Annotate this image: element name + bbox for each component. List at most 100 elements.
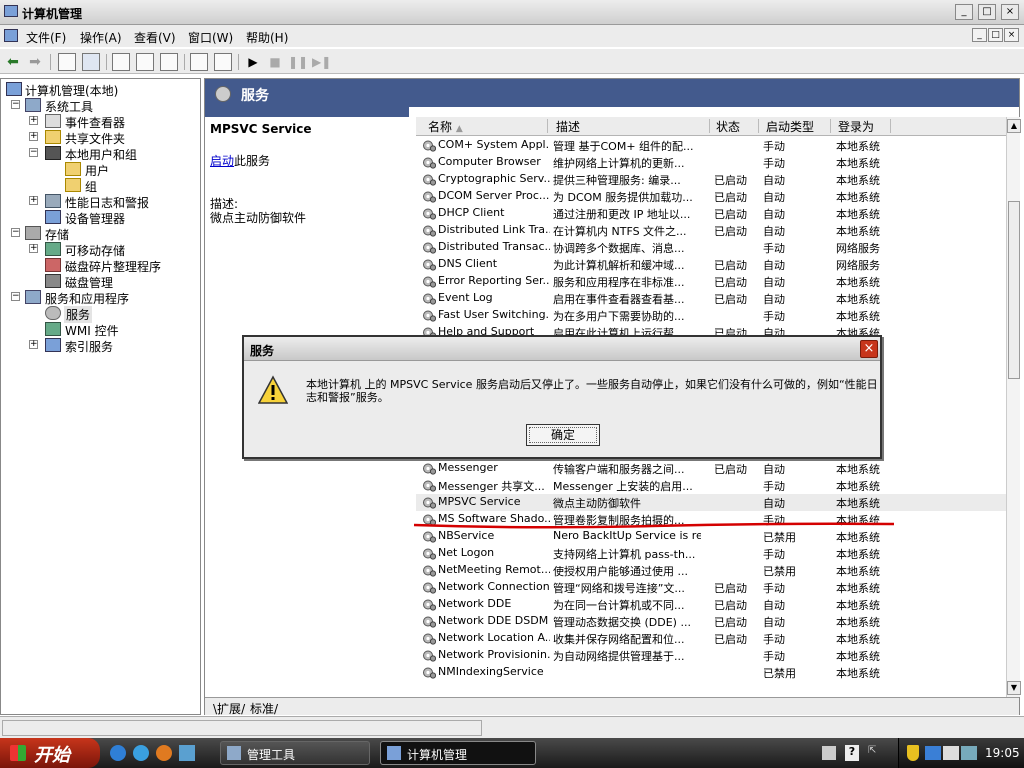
network-status-icon[interactable] [961, 746, 977, 760]
menu-window[interactable]: 窗口(W) [188, 29, 233, 46]
keyboard-icon[interactable] [822, 746, 836, 760]
menu-action[interactable]: 操作(A) [80, 29, 122, 46]
tree-item-groups[interactable]: 组 [85, 178, 97, 195]
table-row[interactable]: NetMeeting Remot... 使授权用户能够通过使用 ... 已禁用 本地系… [416, 562, 1006, 579]
security-shield-icon[interactable] [907, 745, 919, 761]
table-row[interactable]: DCOM Server Proc... 为 DCOM 服务提供加载功... 已启动 自… [416, 188, 1006, 205]
start-service-link[interactable]: 启动 [210, 154, 234, 168]
table-row[interactable]: MPSVC Service 微点主动防御软件 自动 本地系统 [416, 494, 1006, 511]
tree-item-removable-storage[interactable]: 可移动存储 [65, 242, 125, 259]
ok-button[interactable]: 确定 [526, 424, 600, 446]
collapse-toggle[interactable]: − [29, 148, 38, 157]
tree-item-storage[interactable]: 存储 [45, 226, 69, 243]
quick-launch-icon[interactable] [179, 745, 195, 761]
scroll-down-arrow-icon[interactable]: ▼ [1007, 681, 1021, 695]
restart-service-icon[interactable]: ▶❚ [312, 53, 331, 71]
column-divider[interactable] [890, 119, 891, 133]
tree-item-event-viewer[interactable]: 事件查看器 [65, 114, 125, 131]
expand-toggle[interactable]: + [29, 196, 38, 205]
column-divider[interactable] [547, 119, 548, 133]
show-console-icon[interactable] [214, 53, 232, 71]
expand-toggle[interactable]: + [29, 132, 38, 141]
pause-service-icon[interactable]: ❚❚ [288, 53, 308, 71]
export-list-icon[interactable] [160, 53, 178, 71]
table-row[interactable]: Network Location A... 收集并保存网络配置和位... 已启动 手动… [416, 630, 1006, 647]
table-row[interactable]: Messenger 共享文... Messenger 上安装的启用... 手动 本地系… [416, 477, 1006, 494]
start-service-icon[interactable]: ▶ [244, 53, 262, 71]
expand-toggle[interactable]: + [29, 244, 38, 253]
column-header-status[interactable]: 状态 [716, 118, 740, 135]
table-row[interactable]: COM+ System Appl... 管理 基于COM+ 组件的配... 手动 本地… [416, 137, 1006, 154]
table-row[interactable]: Messenger 传输客户端和服务器之间... 已启动 自动 本地系统 [416, 460, 1006, 477]
show-tree-icon[interactable] [82, 53, 100, 71]
table-row[interactable]: Distributed Link Tra... 在计算机内 NTFS 文件之...… [416, 222, 1006, 239]
forward-icon[interactable]: ➡ [26, 53, 44, 71]
up-folder-icon[interactable] [58, 53, 76, 71]
mdi-close-button[interactable]: × [1004, 28, 1019, 42]
table-row[interactable]: Net Logon 支持网络上计算机 pass-th... 手动 本地系统 [416, 545, 1006, 562]
media-player-icon[interactable] [133, 745, 149, 761]
tree-item-system-tools[interactable]: 系统工具 [45, 98, 93, 115]
network-icon[interactable] [925, 746, 941, 760]
column-header-logon-as[interactable]: 登录为 [838, 118, 874, 135]
stop-service-icon[interactable]: ■ [266, 53, 284, 71]
table-row[interactable]: Network Connections 管理“网络和拨号连接”文... 已启动 手动 本… [416, 579, 1006, 596]
tree-item-wmi[interactable]: WMI 控件 [65, 322, 119, 339]
collapse-toggle[interactable]: − [11, 228, 20, 237]
refresh-icon[interactable] [136, 53, 154, 71]
tab-standard[interactable]: 标准/ [250, 700, 278, 717]
collapse-toggle[interactable]: − [11, 100, 20, 109]
expand-toggle[interactable]: + [29, 116, 38, 125]
menu-help[interactable]: 帮助(H) [246, 29, 288, 46]
table-row[interactable]: Event Log 启用在事件查看器查看基... 已启动 自动 本地系统 [416, 290, 1006, 307]
column-header-name[interactable]: 名称 ▲ [428, 118, 463, 135]
table-row[interactable]: DNS Client 为此计算机解析和缓冲域... 已启动 自动 网络服务 [416, 256, 1006, 273]
show-desktop-icon[interactable]: ⇱ [868, 745, 882, 761]
internet-explorer-icon[interactable] [110, 745, 126, 761]
mdi-restore-button[interactable]: □ [988, 28, 1003, 42]
menu-view[interactable]: 查看(V) [134, 29, 176, 46]
scroll-up-arrow-icon[interactable]: ▲ [1007, 119, 1021, 133]
tree-item-shared-folders[interactable]: 共享文件夹 [65, 130, 125, 147]
tree-item-indexing[interactable]: 索引服务 [65, 338, 113, 355]
start-button[interactable]: 开始 [0, 738, 100, 768]
tab-extended[interactable]: \扩展/ [213, 700, 245, 717]
dialog-close-button[interactable]: × [860, 340, 878, 358]
mdi-minimize-button[interactable]: _ [972, 28, 987, 42]
vertical-scrollbar[interactable]: ▲ ▼ [1006, 117, 1021, 697]
table-row[interactable]: NMIndexingService 已禁用 本地系统 [416, 664, 1006, 681]
taskbar-item-admin-tools[interactable]: 管理工具 [220, 741, 370, 765]
help-icon[interactable] [190, 53, 208, 71]
tree-item-local-users[interactable]: 本地用户和组 [65, 146, 137, 163]
table-row[interactable]: Computer Browser 维护网络上计算机的更新... 手动 本地系统 [416, 154, 1006, 171]
column-header-startup-type[interactable]: 启动类型 [766, 118, 814, 135]
table-row[interactable]: Network DDE DSDM 管理动态数据交换 (DDE) ... 已启动 自动 本… [416, 613, 1006, 630]
tree-item-services[interactable]: 服务 [64, 306, 93, 323]
maximize-button[interactable]: □ [978, 4, 996, 20]
table-row[interactable]: Error Reporting Ser... 服务和应用程序在非标准... 已启动 自… [416, 273, 1006, 290]
collapse-toggle[interactable]: − [11, 292, 20, 301]
firefox-icon[interactable] [156, 745, 172, 761]
back-icon[interactable]: ⬅ [4, 53, 22, 71]
table-row[interactable]: Cryptographic Serv... 提供三种管理服务: 编录... 已启动 自… [416, 171, 1006, 188]
column-header-description[interactable]: 描述 [556, 118, 580, 135]
tree-item-disk-management[interactable]: 磁盘管理 [65, 274, 113, 291]
help-tray-icon[interactable]: ? [845, 745, 859, 761]
tree-item-users[interactable]: 用户 [85, 162, 109, 179]
table-row[interactable]: Fast User Switching... 为在多用户下需要协助的... 手动 本地… [416, 307, 1006, 324]
volume-icon[interactable] [943, 746, 959, 760]
taskbar-item-computer-management[interactable]: 计算机管理 [380, 741, 536, 765]
column-divider[interactable] [758, 119, 759, 133]
table-row[interactable]: Distributed Transac... 协调跨多个数据库、消息... 手动 网络… [416, 239, 1006, 256]
properties-icon[interactable] [112, 53, 130, 71]
column-divider[interactable] [709, 119, 710, 133]
tree-item-device-manager[interactable]: 设备管理器 [65, 210, 125, 227]
mdi-system-icon[interactable] [4, 29, 18, 42]
column-divider[interactable] [830, 119, 831, 133]
table-row[interactable]: DHCP Client 通过注册和更改 IP 地址以... 已启动 自动 本地系统 [416, 205, 1006, 222]
menu-file[interactable]: 文件(F) [26, 29, 66, 46]
minimize-button[interactable]: _ [955, 4, 973, 20]
table-row[interactable]: Network Provisionin... 为自动网络提供管理基于... 手动 本地… [416, 647, 1006, 664]
table-row[interactable]: Network DDE 为在同一台计算机或不同... 已启动 自动 本地系统 [416, 596, 1006, 613]
close-button[interactable]: × [1001, 4, 1019, 20]
